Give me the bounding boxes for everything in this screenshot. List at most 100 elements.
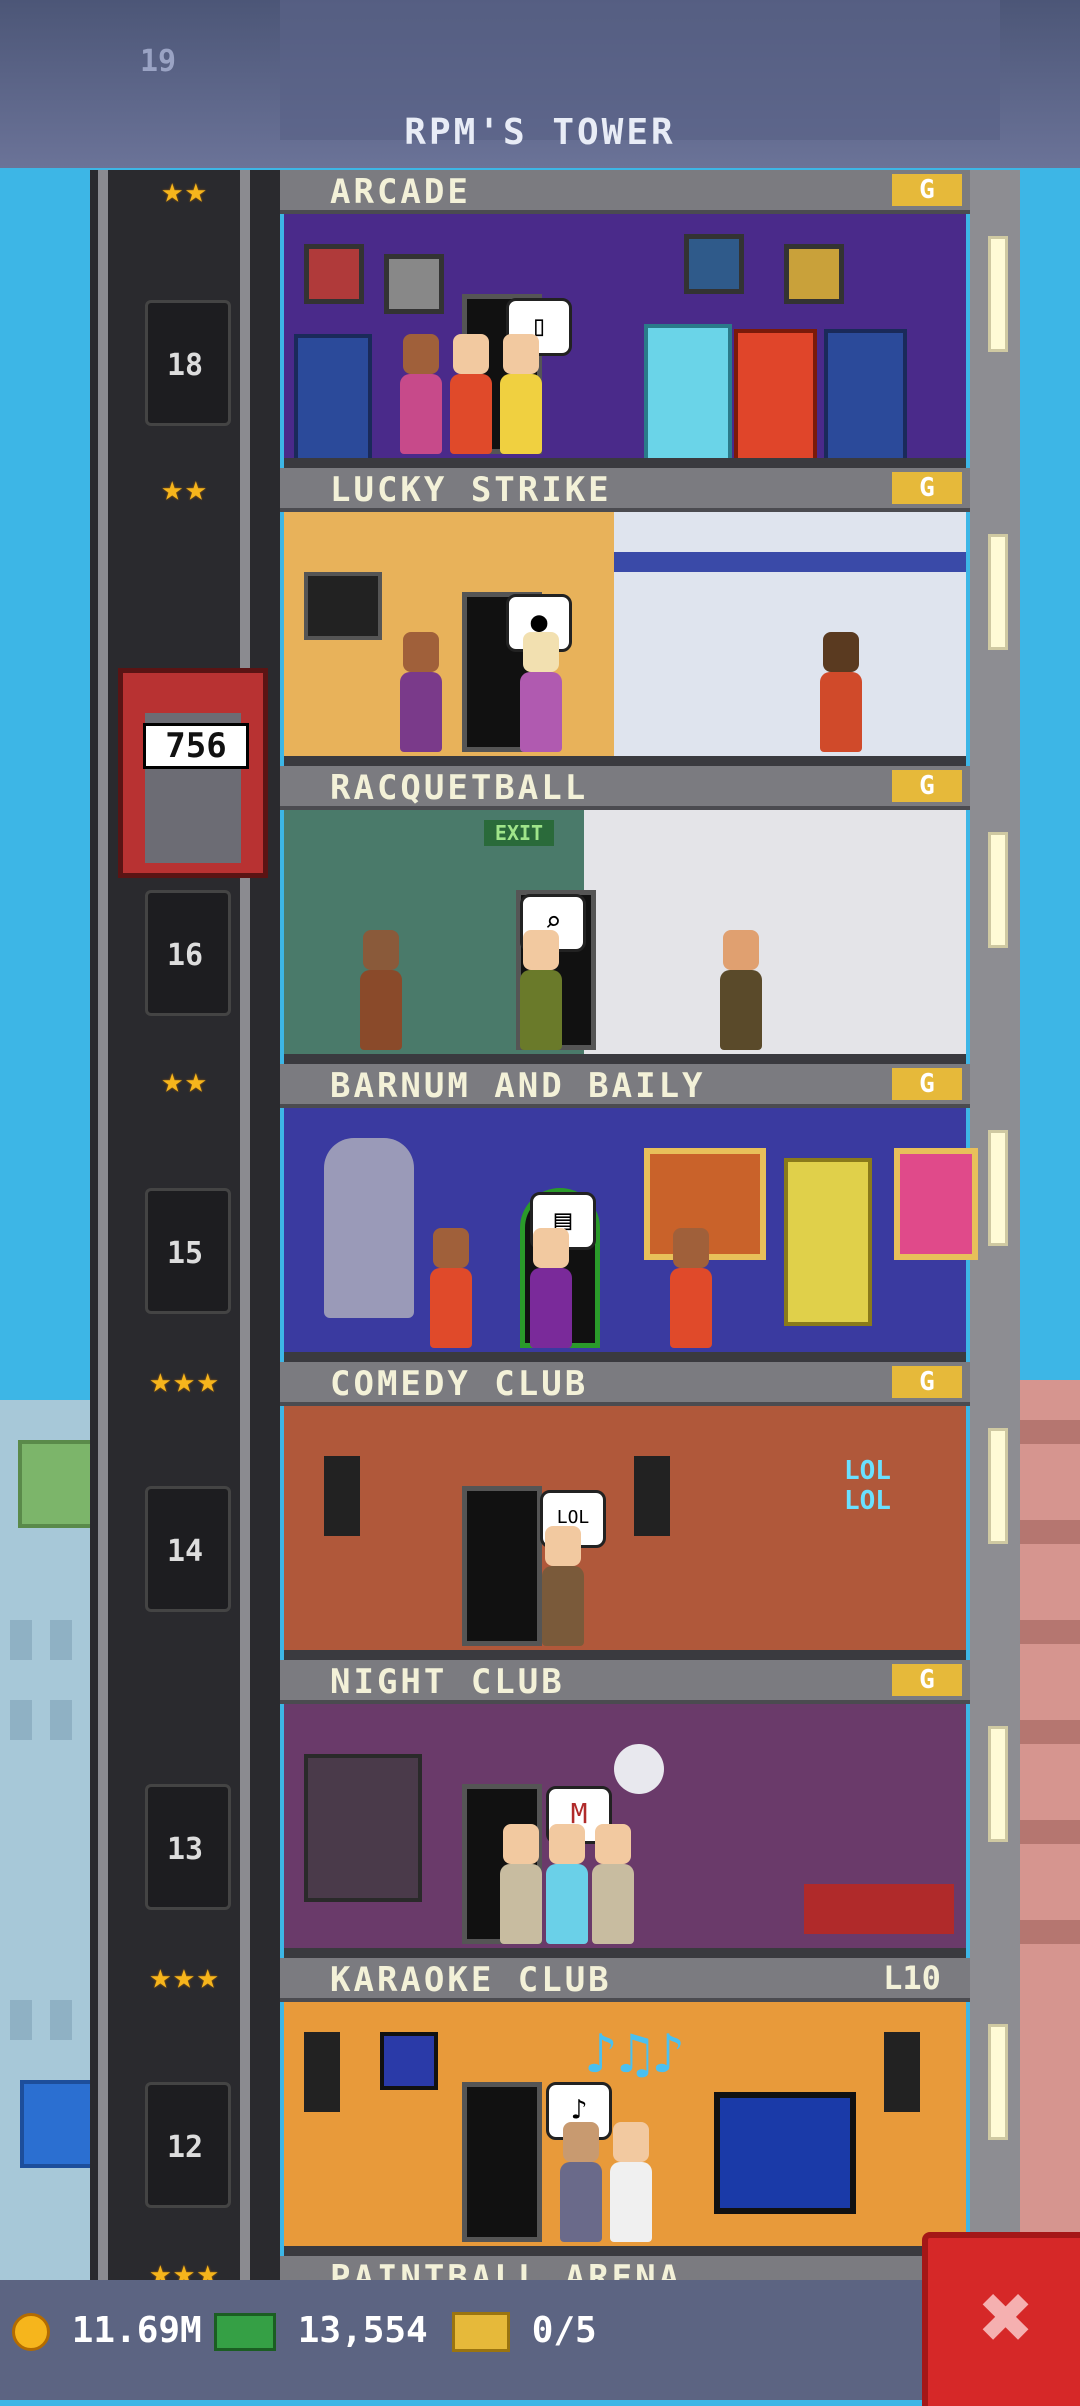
wall-picture [384, 254, 444, 314]
bitizen[interactable] [592, 1824, 634, 1944]
bitizen[interactable] [820, 632, 862, 752]
close-button[interactable]: ✖ [922, 2232, 1080, 2406]
wall-light [988, 1130, 1008, 1246]
building-stripe [1018, 1820, 1080, 1844]
floor-racquetball[interactable]: RACQUETBALL G EXIT ⌕ [280, 766, 970, 1064]
speaker [634, 1456, 670, 1536]
floor-ground [284, 1352, 966, 1362]
tickets-display[interactable]: 0/5 [452, 2310, 597, 2352]
building-stripe [1018, 1420, 1080, 1444]
shaft-rail-right [240, 170, 250, 2280]
bitizen[interactable] [560, 2122, 602, 2242]
bitizen-head [403, 632, 439, 672]
coins-indicator: ★★ [161, 170, 209, 211]
floor-status-badge: G [892, 770, 962, 802]
floor-ground [284, 458, 966, 468]
floor-label-bar: BARNUM AND BAILY G [280, 1064, 970, 1108]
floor-label-bar: RACQUETBALL G [280, 766, 970, 810]
arcade-cabinet [734, 329, 817, 462]
coins-indicator: ★★ [161, 468, 209, 509]
wall-picture [684, 234, 744, 294]
floor-name: NIGHT CLUB [330, 1662, 565, 1702]
speaker [304, 2032, 340, 2112]
floor-lucky-strike[interactable]: LUCKY STRIKE G ● [280, 468, 970, 766]
building-window [10, 1700, 32, 1740]
bitizen[interactable] [542, 1526, 584, 1646]
floor-barnum-and-baily[interactable]: BARNUM AND BAILY G ▤ [280, 1064, 978, 1362]
floor-status-badge: G [892, 1366, 962, 1398]
cash-icon [214, 2313, 276, 2351]
bitizen[interactable] [720, 930, 762, 1050]
blue-billboard [20, 2080, 96, 2168]
floor-comedy-club[interactable]: COMEDY CLUB G LOL LOL LOL [280, 1362, 970, 1660]
floor-status-badge: G [892, 472, 962, 504]
bitizen-head [523, 632, 559, 672]
floor-room [284, 214, 966, 468]
bitizen[interactable] [500, 1824, 542, 1944]
bitizen-head [503, 334, 539, 374]
floor-ground [284, 2246, 966, 2256]
floor-ground [284, 1948, 966, 1958]
bitizen[interactable] [530, 1228, 572, 1348]
floor-ground [284, 1650, 966, 1660]
tower-title: RPM'S TOWER [404, 112, 676, 153]
speaker [884, 2032, 920, 2112]
arcade-cabinet [294, 334, 372, 462]
coin-icon [12, 2313, 50, 2351]
bowling-lane-area [614, 512, 966, 766]
floor-room [284, 512, 966, 766]
bitizen[interactable] [360, 930, 402, 1050]
bitizen-head [613, 2122, 649, 2162]
floor-name: BARNUM AND BAILY [330, 1066, 706, 1106]
bitizen[interactable] [546, 1824, 588, 1944]
floor-night-club[interactable]: NIGHT CLUB G M [280, 1660, 970, 1958]
floor-label-bar: COMEDY CLUB G [280, 1362, 970, 1406]
elevator-passenger-counter: 756 [143, 723, 249, 769]
floor-name: LUCKY STRIKE [330, 470, 612, 510]
wall-light [988, 1726, 1008, 1842]
bitizen-clown[interactable] [670, 1228, 712, 1348]
elephant-statue [324, 1138, 414, 1318]
bottom-currency-bar: 11.69M 13,554 0/5 [0, 2280, 1080, 2400]
bitizen[interactable] [400, 334, 442, 454]
bitizen[interactable] [520, 930, 562, 1050]
neon-lol-sign: LOL LOL [844, 1456, 891, 1516]
bitizen[interactable] [500, 334, 542, 454]
bitizen[interactable] [520, 632, 562, 752]
elevator-shaft[interactable]: ★★ 18 ★★ 16 ★★ 15 ★★★ 14 13 ★★★ 12 ★★★ [90, 170, 280, 2293]
bitizen-head [453, 334, 489, 374]
bitizen-head [533, 1228, 569, 1268]
floor-number-19: 19 [140, 44, 177, 79]
elevator-car[interactable]: 756 [118, 668, 268, 878]
bitizen-clown[interactable] [430, 1228, 472, 1348]
coins-indicator: ★★★ [149, 1956, 221, 1997]
coins-display[interactable]: 11.69M [12, 2310, 202, 2351]
shaft-rail-left [98, 170, 108, 2280]
building-window [50, 1700, 72, 1740]
building-stripe [1018, 1920, 1080, 1944]
floor-label-bar: ARCADE G [280, 170, 970, 214]
wall-picture [784, 244, 844, 304]
floor-arcade[interactable]: ARCADE G ▯ [280, 170, 970, 468]
bitizen-head [433, 1228, 469, 1268]
bitizen[interactable] [610, 2122, 652, 2242]
arcade-cabinet [824, 329, 907, 462]
floor-label-bar: KARAOKE CLUB L10 [280, 1958, 970, 2002]
fortune-machine [784, 1158, 872, 1326]
coins-indicator: ★★★ [149, 1360, 221, 1401]
bux-display[interactable]: 13,554 [214, 2310, 428, 2351]
bitizen[interactable] [450, 334, 492, 454]
bitizen-head [595, 1824, 631, 1864]
wall-light [988, 1428, 1008, 1544]
bar-shelf [304, 1754, 422, 1902]
ticket-icon [452, 2312, 510, 2352]
bitizen-head [363, 930, 399, 970]
floor-karaoke-club[interactable]: KARAOKE CLUB L10 ♪♫♪ ♪ [280, 1958, 970, 2256]
bitizen-head [503, 1824, 539, 1864]
bitizen-head [403, 334, 439, 374]
building-stripe [1018, 1720, 1080, 1744]
bitizen-head [673, 1228, 709, 1268]
bitizen[interactable] [400, 632, 442, 752]
floor-level-badge: L10 [883, 1959, 941, 1997]
speaker [324, 1456, 360, 1536]
